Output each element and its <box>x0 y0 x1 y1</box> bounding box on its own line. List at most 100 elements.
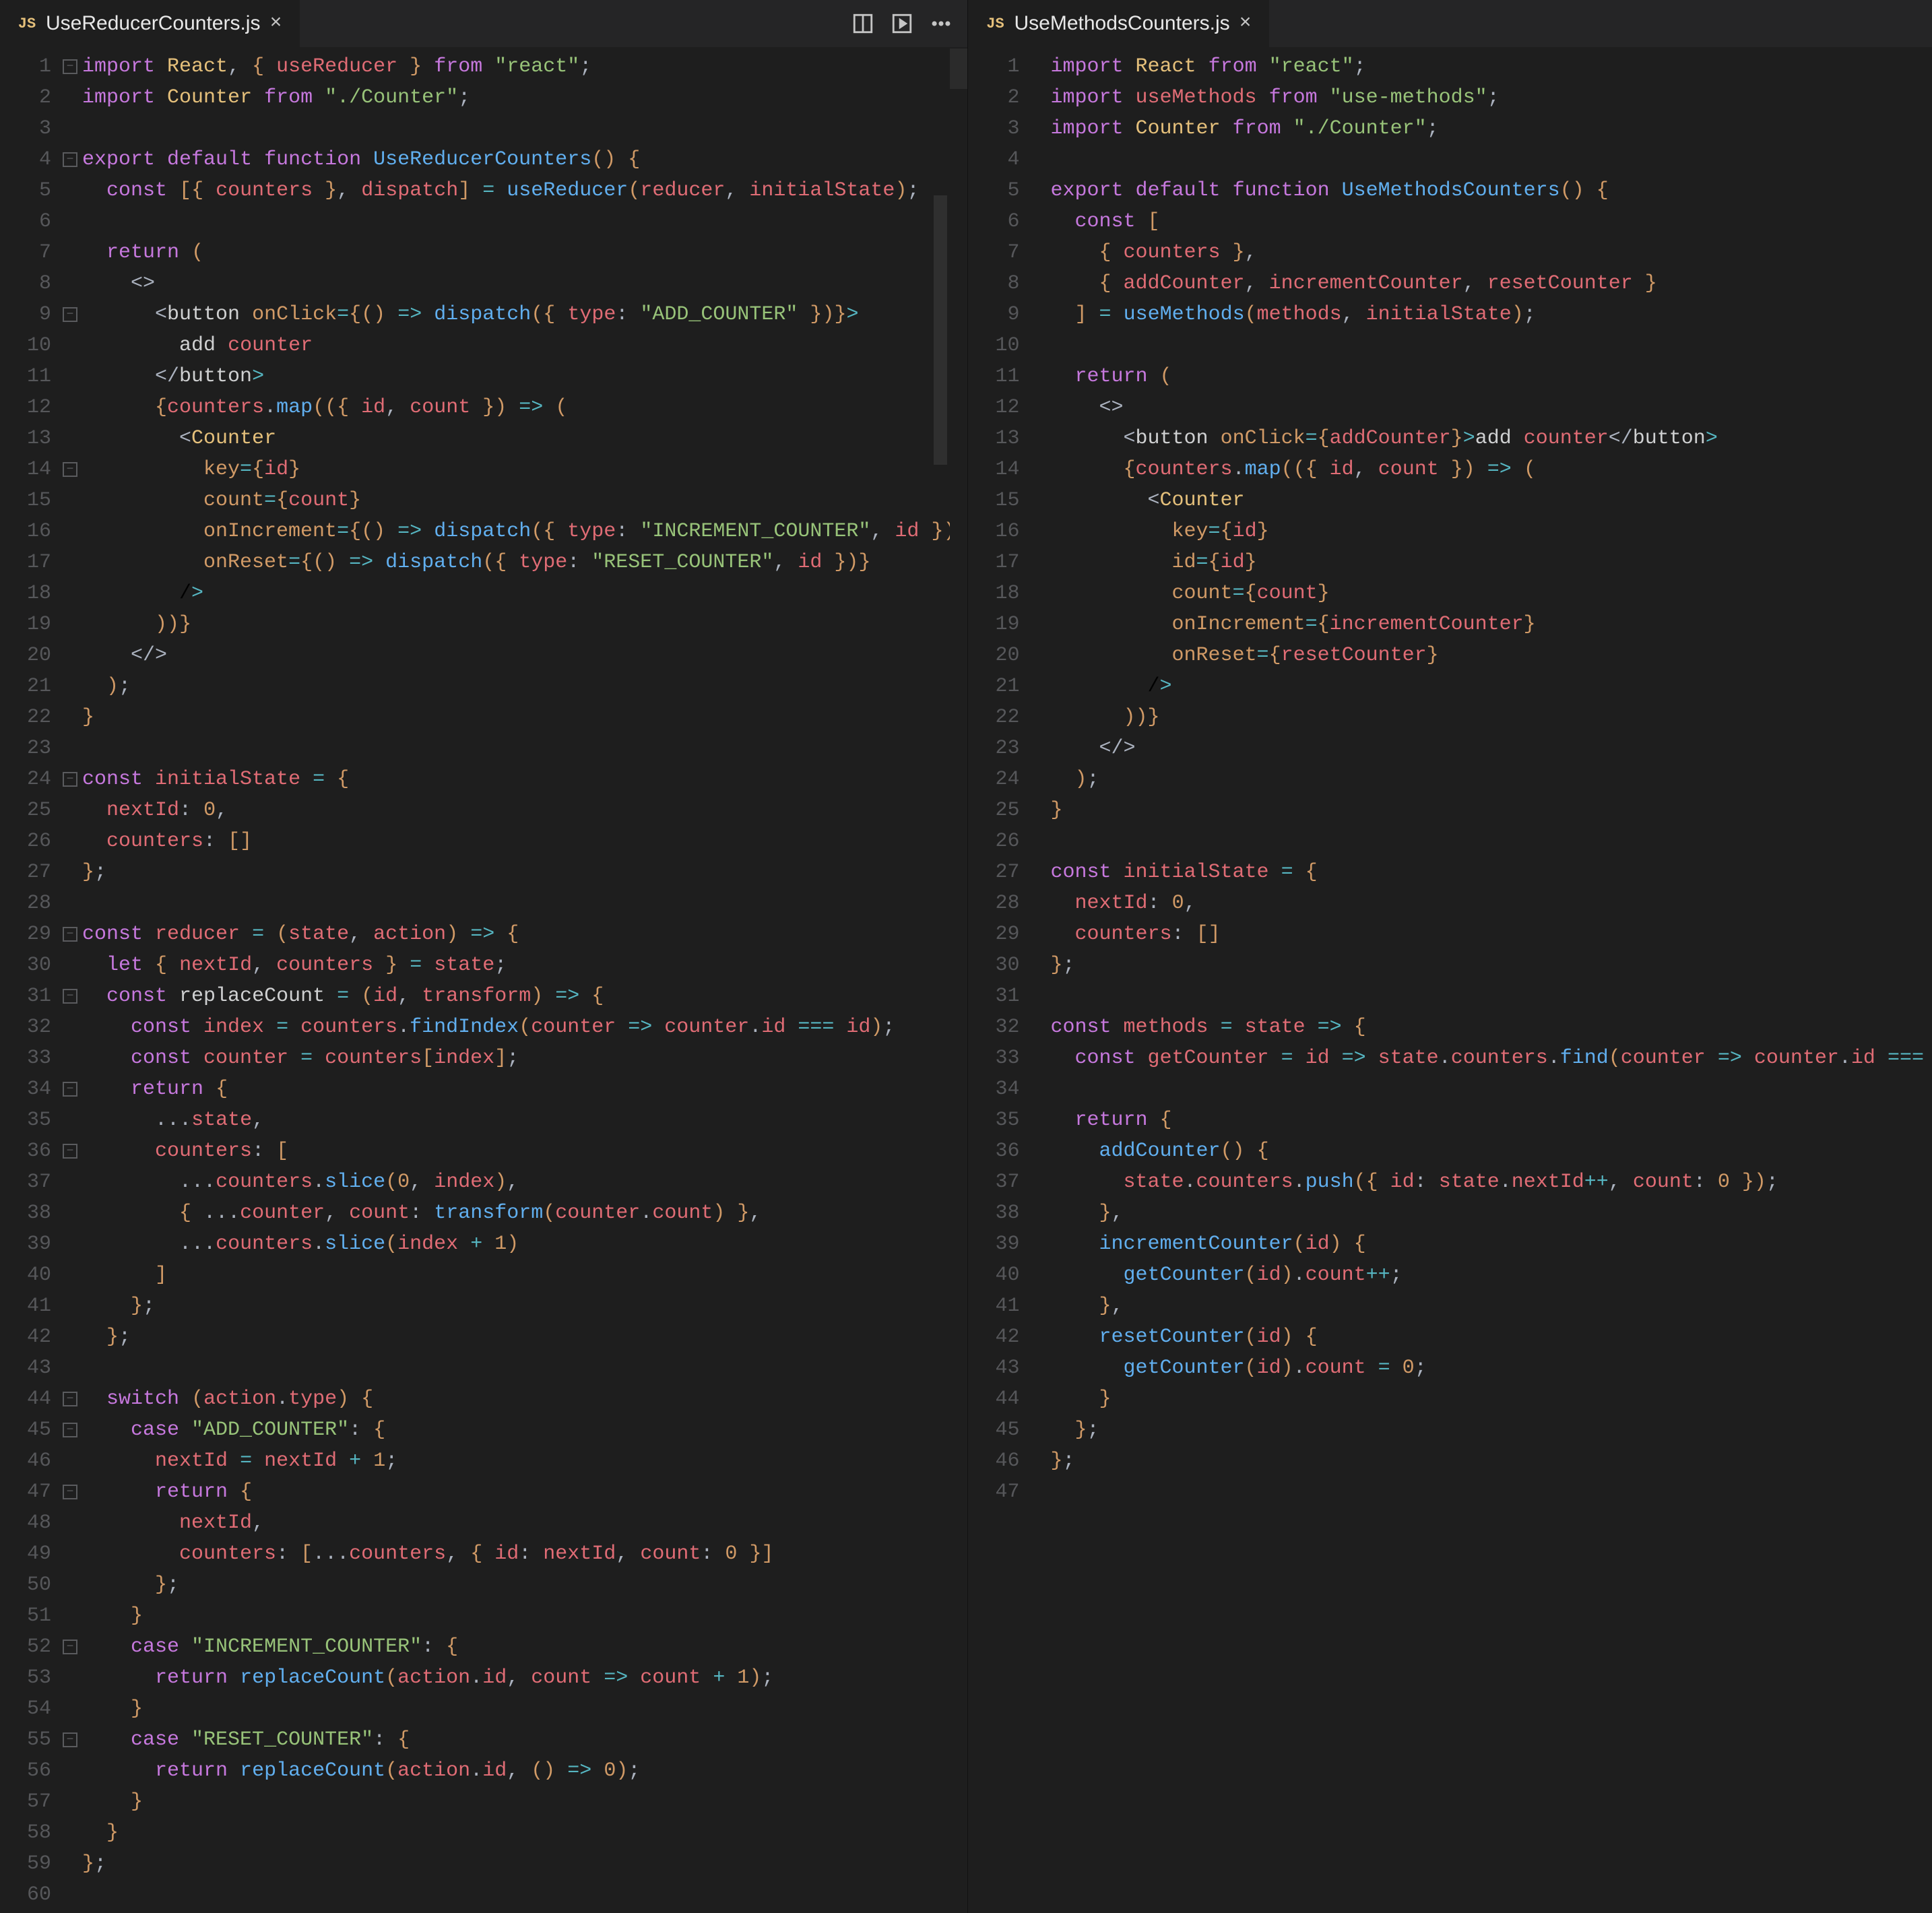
code-line[interactable]: case "ADD_COUNTER": { <box>82 1415 967 1446</box>
fold-cell[interactable]: − <box>62 1136 78 1167</box>
code-line[interactable]: case "RESET_COUNTER": { <box>82 1724 967 1755</box>
fold-cell[interactable]: − <box>62 51 78 82</box>
fold-cell[interactable]: − <box>62 1384 78 1415</box>
code-area[interactable]: import React, { useReducer } from "react… <box>78 47 967 1913</box>
code-line[interactable]: } <box>82 1786 967 1817</box>
code-line[interactable]: <> <box>1050 392 1932 423</box>
code-line[interactable]: resetCounter(id) { <box>1050 1322 1932 1353</box>
code-area[interactable]: import React from "react";import useMeth… <box>1046 47 1932 1913</box>
code-line[interactable]: import React from "react"; <box>1050 51 1932 82</box>
code-line[interactable]: return replaceCount(action.id, count => … <box>82 1662 967 1693</box>
code-line[interactable]: nextId: 0, <box>1050 888 1932 919</box>
code-line[interactable]: return { <box>82 1074 967 1105</box>
code-line[interactable]: import useMethods from "use-methods"; <box>1050 82 1932 113</box>
code-line[interactable]: state.counters.push({ id: state.nextId++… <box>1050 1167 1932 1198</box>
code-line[interactable]: ); <box>82 671 967 702</box>
code-line[interactable]: const reducer = (state, action) => { <box>82 919 967 950</box>
code-line[interactable]: getCounter(id).count++; <box>1050 1260 1932 1291</box>
fold-minus-icon[interactable]: − <box>63 1423 77 1437</box>
code-line[interactable]: /> <box>82 578 967 609</box>
code-line[interactable]: onReset={resetCounter} <box>1050 640 1932 671</box>
code-line[interactable]: import Counter from "./Counter"; <box>82 82 967 113</box>
code-line[interactable]: addCounter() { <box>1050 1136 1932 1167</box>
scrollbar-thumb[interactable] <box>934 195 947 465</box>
code-line[interactable]: <button onClick={() => dispatch({ type: … <box>82 299 967 330</box>
fold-minus-icon[interactable]: − <box>63 1485 77 1499</box>
code-line[interactable]: const counter = counters[index]; <box>82 1043 967 1074</box>
fold-minus-icon[interactable]: − <box>63 1640 77 1654</box>
code-line[interactable]: const initialState = { <box>82 764 967 795</box>
code-editor[interactable]: 1234567891011121314151617181920212223242… <box>968 47 1932 1913</box>
code-line[interactable]: { counters }, <box>1050 237 1932 268</box>
code-line[interactable] <box>1050 981 1932 1012</box>
code-line[interactable]: ...state, <box>82 1105 967 1136</box>
code-line[interactable]: </> <box>82 640 967 671</box>
code-line[interactable]: <Counter <box>1050 485 1932 516</box>
code-line[interactable]: onIncrement={() => dispatch({ type: "INC… <box>82 516 967 547</box>
code-line[interactable]: ] = useMethods(methods, initialState); <box>1050 299 1932 330</box>
code-line[interactable]: }; <box>82 857 967 888</box>
code-line[interactable]: { addCounter, incrementCounter, resetCou… <box>1050 268 1932 299</box>
code-line[interactable]: return ( <box>1050 361 1932 392</box>
code-line[interactable]: import React, { useReducer } from "react… <box>82 51 967 82</box>
code-line[interactable]: const [ <box>1050 206 1932 237</box>
code-line[interactable]: add counter <box>82 330 967 361</box>
code-line[interactable] <box>1050 1074 1932 1105</box>
code-line[interactable]: }, <box>1050 1198 1932 1229</box>
code-line[interactable]: counters: [...counters, { id: nextId, co… <box>82 1538 967 1569</box>
code-line[interactable]: }, <box>1050 1291 1932 1322</box>
fold-minus-icon[interactable]: − <box>63 462 77 477</box>
code-line[interactable]: ] <box>82 1260 967 1291</box>
code-line[interactable]: }; <box>1050 950 1932 981</box>
code-line[interactable]: ...counters.slice(index + 1) <box>82 1229 967 1260</box>
code-line[interactable]: let { nextId, counters } = state; <box>82 950 967 981</box>
code-line[interactable] <box>1050 330 1932 361</box>
fold-cell[interactable]: − <box>62 919 78 950</box>
code-line[interactable]: <> <box>82 268 967 299</box>
code-line[interactable]: key={id} <box>82 454 967 485</box>
code-line[interactable]: return replaceCount(action.id, () => 0); <box>82 1755 967 1786</box>
fold-cell[interactable]: − <box>62 299 78 330</box>
fold-cell[interactable]: − <box>62 454 78 485</box>
code-line[interactable]: return { <box>1050 1105 1932 1136</box>
code-line[interactable]: const methods = state => { <box>1050 1012 1932 1043</box>
code-line[interactable]: onReset={() => dispatch({ type: "RESET_C… <box>82 547 967 578</box>
code-line[interactable]: import Counter from "./Counter"; <box>1050 113 1932 144</box>
code-line[interactable]: /> <box>1050 671 1932 702</box>
code-line[interactable]: { ...counter, count: transform(counter.c… <box>82 1198 967 1229</box>
layout-panel-icon[interactable] <box>851 12 874 35</box>
fold-cell[interactable]: − <box>62 1074 78 1105</box>
code-line[interactable]: </button> <box>82 361 967 392</box>
code-line[interactable]: </> <box>1050 733 1932 764</box>
code-line[interactable] <box>1050 826 1932 857</box>
code-line[interactable]: <button onClick={addCounter}>add counter… <box>1050 423 1932 454</box>
code-line[interactable]: }; <box>82 1322 967 1353</box>
fold-cell[interactable]: − <box>62 144 78 175</box>
code-line[interactable] <box>82 113 967 144</box>
code-line[interactable]: ); <box>1050 764 1932 795</box>
code-line[interactable]: counters: [] <box>82 826 967 857</box>
code-line[interactable]: counters: [] <box>1050 919 1932 950</box>
code-line[interactable]: } <box>1050 1384 1932 1415</box>
tab-use-reducer-counters[interactable]: JS UseReducerCounters.js × <box>0 0 300 47</box>
code-line[interactable]: switch (action.type) { <box>82 1384 967 1415</box>
preview-icon[interactable] <box>891 12 913 35</box>
code-line[interactable] <box>1050 144 1932 175</box>
code-line[interactable]: id={id} <box>1050 547 1932 578</box>
fold-cell[interactable]: − <box>62 981 78 1012</box>
code-line[interactable]: } <box>82 1817 967 1848</box>
code-line[interactable]: ...counters.slice(0, index), <box>82 1167 967 1198</box>
code-line[interactable]: }; <box>1050 1415 1932 1446</box>
code-editor[interactable]: 1234567891011121314151617181920212223242… <box>0 47 967 1913</box>
code-line[interactable]: {counters.map(({ id, count }) => ( <box>1050 454 1932 485</box>
code-line[interactable]: }; <box>82 1848 967 1879</box>
code-line[interactable]: nextId, <box>82 1507 967 1538</box>
code-line[interactable]: const [{ counters }, dispatch] = useRedu… <box>82 175 967 206</box>
code-line[interactable]: {counters.map(({ id, count }) => ( <box>82 392 967 423</box>
fold-cell[interactable]: − <box>62 1631 78 1662</box>
code-line[interactable]: return { <box>82 1477 967 1507</box>
code-line[interactable]: } <box>82 702 967 733</box>
fold-cell[interactable]: − <box>62 764 78 795</box>
code-line[interactable]: ))} <box>1050 702 1932 733</box>
code-line[interactable]: const replaceCount = (id, transform) => … <box>82 981 967 1012</box>
